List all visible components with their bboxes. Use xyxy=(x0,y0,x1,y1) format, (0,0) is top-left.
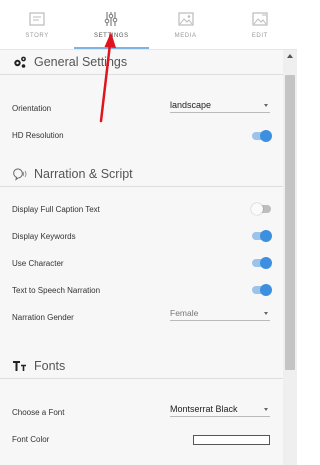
orientation-label: Orientation xyxy=(12,104,52,113)
toggle-knob xyxy=(260,130,272,142)
full-caption-label: Display Full Caption Text xyxy=(12,205,100,214)
toggle-knob xyxy=(260,284,272,296)
tab-media-label: MEDIA xyxy=(174,33,197,39)
font-color-label: Font Color xyxy=(12,435,50,444)
font-color-swatch[interactable] xyxy=(193,435,270,445)
narration-gender-select[interactable]: Female xyxy=(170,307,270,321)
sliders-icon xyxy=(105,12,118,26)
display-keywords-label: Display Keywords xyxy=(12,232,76,241)
chevron-down-icon xyxy=(264,312,268,315)
top-tab-bar: STORY SETTINGS MEDIA EDIT xyxy=(0,0,297,50)
narration-gender-value: Female xyxy=(170,308,199,318)
scroll-up-arrow-icon[interactable] xyxy=(287,54,293,58)
tab-edit-label: EDIT xyxy=(251,33,268,39)
narration-gender-label: Narration Gender xyxy=(12,313,74,322)
use-character-toggle[interactable] xyxy=(252,257,272,269)
gears-icon xyxy=(14,56,26,68)
tab-edit[interactable]: EDIT xyxy=(223,0,297,50)
edit-image-icon xyxy=(252,12,268,26)
tts-narration-label: Text to Speech Narration xyxy=(12,286,101,295)
narration-script-header: Narration & Script xyxy=(12,167,133,181)
chevron-down-icon xyxy=(264,104,268,107)
full-caption-toggle[interactable] xyxy=(251,203,271,215)
tab-story-label: STORY xyxy=(25,33,49,39)
general-settings-title: General Settings xyxy=(34,55,128,69)
fonts-title: Fonts xyxy=(34,359,66,373)
tts-narration-toggle[interactable] xyxy=(252,284,272,296)
use-character-label: Use Character xyxy=(12,259,64,268)
speech-icon xyxy=(13,168,27,181)
chevron-down-icon xyxy=(264,408,268,411)
hd-resolution-label: HD Resolution xyxy=(12,131,64,140)
tab-settings-label: SETTINGS xyxy=(93,33,129,39)
toggle-knob xyxy=(260,257,272,269)
font-select[interactable]: Montserrat Black xyxy=(170,403,270,417)
story-icon xyxy=(29,12,45,26)
general-settings-header: General Settings xyxy=(12,55,127,69)
toggle-knob xyxy=(251,203,263,215)
settings-panel[interactable]: General Settings Orientation landscape H… xyxy=(0,50,283,465)
toggle-knob xyxy=(260,230,272,242)
hd-resolution-toggle[interactable] xyxy=(252,130,272,142)
image-icon xyxy=(178,12,194,26)
tab-story[interactable]: STORY xyxy=(0,0,74,50)
orientation-value: landscape xyxy=(170,100,212,110)
section-divider xyxy=(0,186,283,187)
text-size-icon xyxy=(13,361,26,371)
narration-script-title: Narration & Script xyxy=(34,167,133,181)
tab-media[interactable]: MEDIA xyxy=(149,0,223,50)
orientation-select[interactable]: landscape xyxy=(170,99,270,113)
font-value: Montserrat Black xyxy=(170,404,238,414)
fonts-header: Fonts xyxy=(12,359,65,373)
section-divider xyxy=(0,74,283,75)
section-divider xyxy=(0,378,283,379)
tab-settings[interactable]: SETTINGS xyxy=(74,0,149,50)
display-keywords-toggle[interactable] xyxy=(252,230,272,242)
scrollbar-thumb[interactable] xyxy=(285,75,295,370)
choose-font-label: Choose a Font xyxy=(12,408,65,417)
